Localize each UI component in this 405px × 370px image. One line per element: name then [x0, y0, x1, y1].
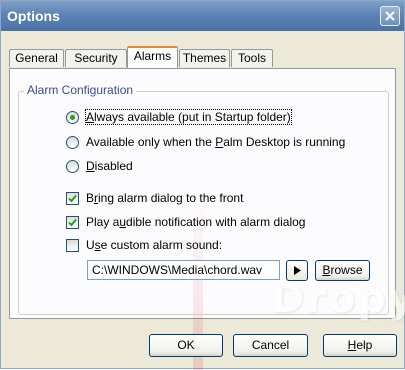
- options-dialog: Options General Security Alarms Themes T…: [0, 0, 405, 370]
- ok-button[interactable]: OK: [149, 334, 223, 357]
- checkbox-label: Play audible notification with alarm dia…: [86, 215, 306, 229]
- tab-themes[interactable]: Themes: [179, 49, 230, 67]
- cancel-button[interactable]: Cancel: [233, 334, 308, 357]
- window-title: Options: [7, 8, 60, 24]
- help-button[interactable]: Help: [323, 334, 397, 357]
- tab-general[interactable]: General: [9, 49, 64, 67]
- tab-label: Security: [74, 51, 118, 65]
- radio-button[interactable]: [66, 159, 79, 173]
- tab-label: General: [15, 51, 58, 65]
- sound-path-field[interactable]: C:\WINDOWS\Media\chord.wav: [87, 260, 280, 280]
- tab-alarms[interactable]: Alarms: [127, 46, 178, 68]
- radio-label: Always available (put in Startup folder): [85, 109, 292, 125]
- close-icon: [385, 11, 395, 21]
- checkbox-label: Bring alarm dialog to the front: [86, 191, 244, 205]
- radio-button-selected[interactable]: [66, 110, 79, 124]
- tab-label: Tools: [237, 51, 266, 65]
- tab-label: Themes: [182, 51, 227, 65]
- checkbox-unchecked[interactable]: [66, 238, 79, 252]
- checkmark-icon: [68, 194, 77, 202]
- checkbox-checked[interactable]: [66, 191, 79, 205]
- radio-label: Disabled: [86, 159, 133, 173]
- checkbox-bring-to-front[interactable]: Bring alarm dialog to the front: [66, 190, 243, 206]
- radio-button[interactable]: [66, 135, 79, 149]
- radio-available-when-running[interactable]: Available only when the Palm Desktop is …: [66, 134, 345, 150]
- radio-always-available[interactable]: Always available (put in Startup folder): [66, 109, 292, 125]
- watermark-text: Dropy: [271, 276, 405, 322]
- tab-label: Alarms: [133, 49, 172, 63]
- checkbox-checked[interactable]: [66, 215, 79, 229]
- play-icon: [293, 266, 301, 275]
- checkbox-custom-sound[interactable]: Use custom alarm sound:: [66, 237, 222, 253]
- tab-tools[interactable]: Tools: [231, 49, 273, 67]
- radio-disabled[interactable]: Disabled: [66, 158, 133, 174]
- title-bar[interactable]: Options: [1, 1, 404, 31]
- checkbox-audible-notification[interactable]: Play audible notification with alarm dia…: [66, 214, 305, 230]
- checkmark-icon: [68, 218, 77, 226]
- tab-security[interactable]: Security: [65, 49, 127, 67]
- group-label: Alarm Configuration: [24, 83, 137, 97]
- checkbox-label: Use custom alarm sound:: [86, 238, 223, 252]
- radio-label: Available only when the Palm Desktop is …: [86, 135, 346, 149]
- close-button[interactable]: [380, 6, 400, 26]
